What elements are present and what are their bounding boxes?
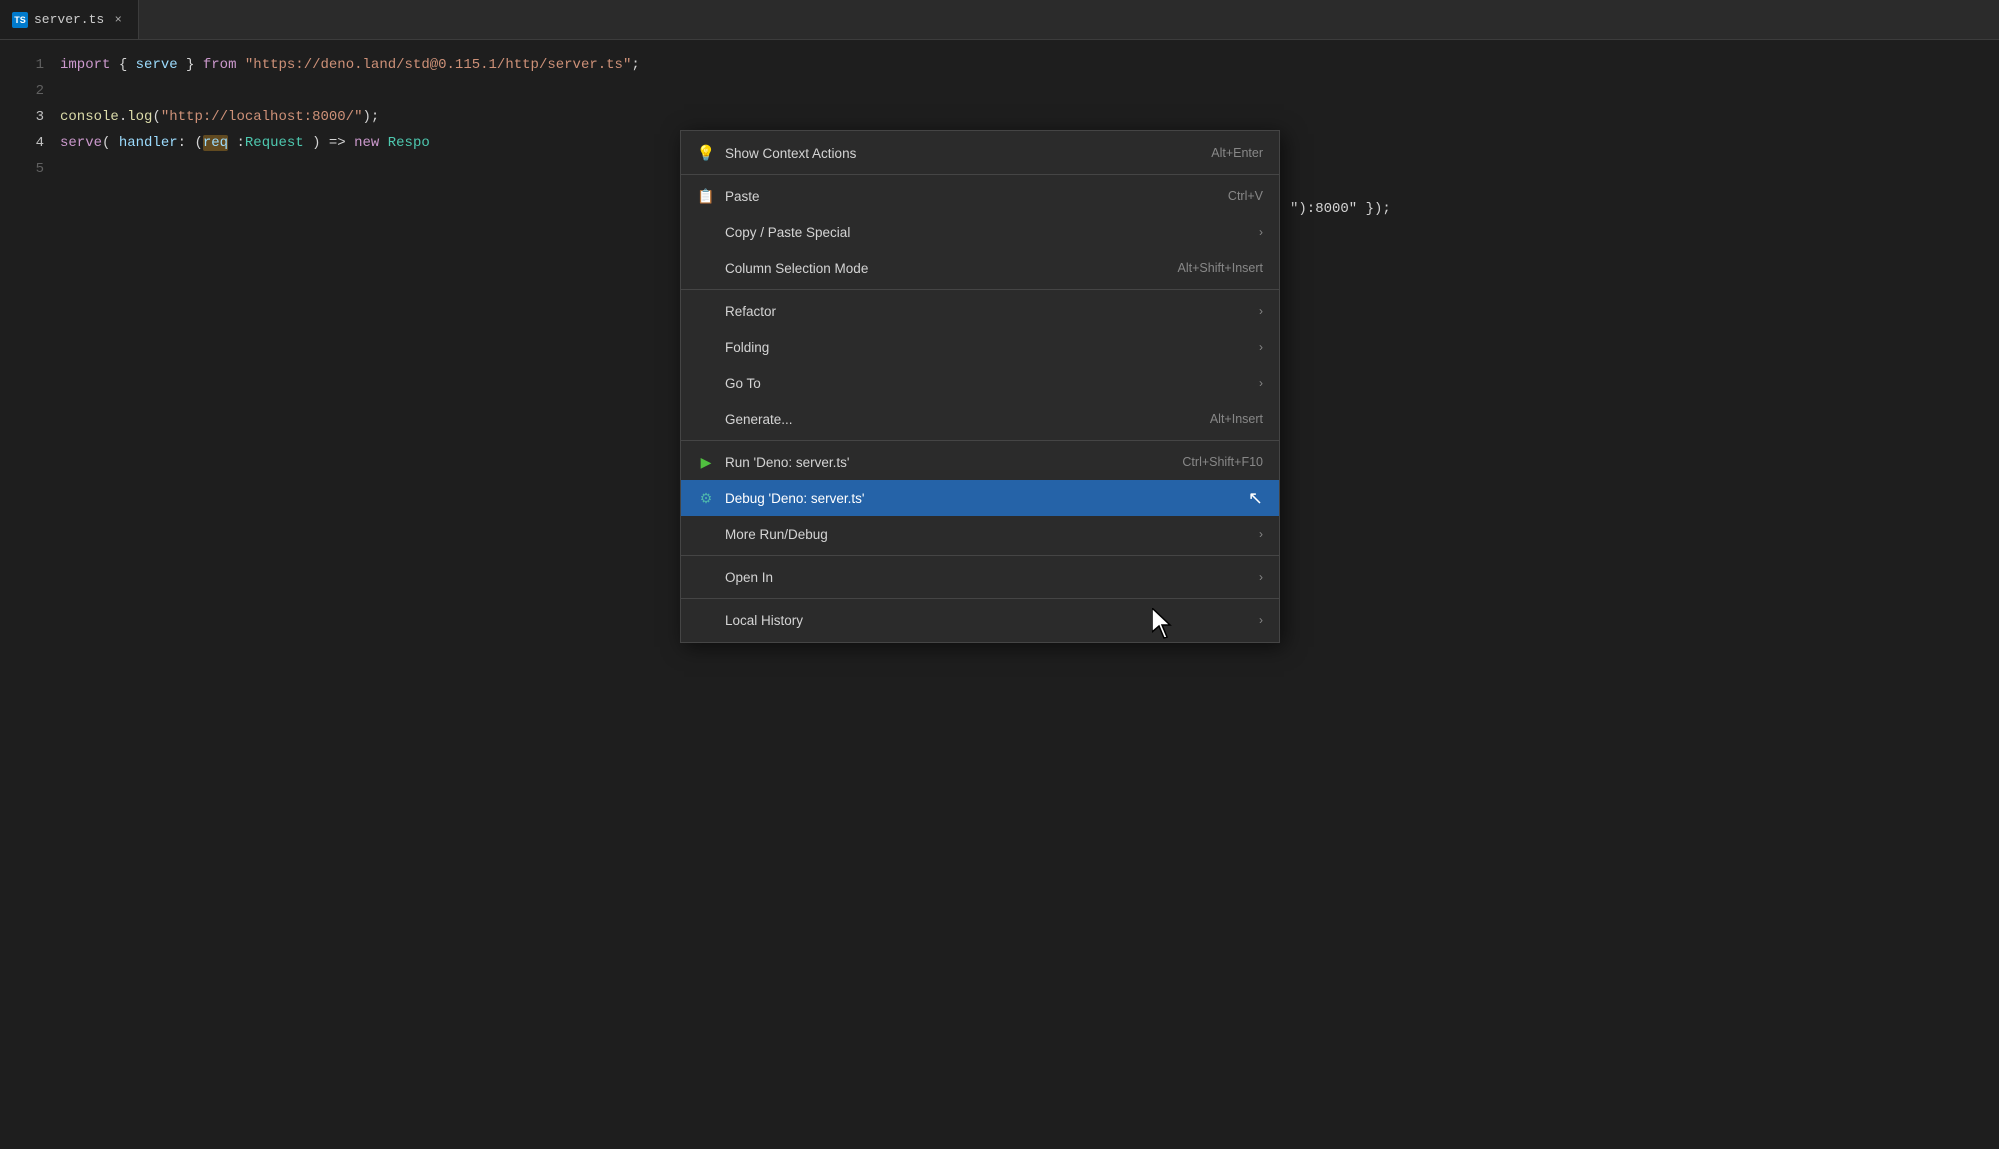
tab-bar: TS server.ts × bbox=[0, 0, 1999, 40]
divider-5 bbox=[681, 598, 1279, 599]
submenu-arrow: › bbox=[1259, 225, 1263, 239]
menu-label-run: Run 'Deno: server.ts' bbox=[725, 455, 849, 470]
shortcut-generate: Alt+Insert bbox=[1210, 412, 1263, 426]
menu-item-go-to[interactable]: Go To › bbox=[681, 365, 1279, 401]
menu-item-generate[interactable]: Generate... Alt+Insert bbox=[681, 401, 1279, 437]
divider-2 bbox=[681, 289, 1279, 290]
line-number-2: 2 bbox=[0, 78, 44, 104]
cursor-indicator: ↖ bbox=[1248, 488, 1263, 509]
menu-label-folding: Folding bbox=[725, 340, 769, 355]
menu-item-folding[interactable]: Folding › bbox=[681, 329, 1279, 365]
menu-item-debug[interactable]: ⚙ Debug 'Deno: server.ts' ↖ bbox=[681, 480, 1279, 516]
menu-item-left: Local History bbox=[697, 611, 803, 629]
shortcut-column-selection: Alt+Shift+Insert bbox=[1178, 261, 1263, 275]
submenu-arrow: › bbox=[1259, 570, 1263, 584]
menu-item-left: Column Selection Mode bbox=[697, 259, 868, 277]
tab-filename: server.ts bbox=[34, 12, 104, 27]
submenu-arrow: › bbox=[1259, 340, 1263, 354]
submenu-arrow: › bbox=[1259, 613, 1263, 627]
line-number-4: ↑ 4 bbox=[0, 130, 44, 156]
tab-close-button[interactable]: × bbox=[110, 12, 126, 28]
divider-4 bbox=[681, 555, 1279, 556]
menu-label-copy-paste-special: Copy / Paste Special bbox=[725, 225, 850, 240]
menu-item-open-in[interactable]: Open In › bbox=[681, 559, 1279, 595]
code-line-3: console.log("http://localhost:8000/"); bbox=[60, 104, 1999, 130]
code-line-2 bbox=[60, 78, 1999, 104]
menu-item-left: Folding bbox=[697, 338, 769, 356]
line4-continuation: "):8000" }); bbox=[1290, 196, 1391, 222]
menu-item-left: Generate... bbox=[697, 410, 793, 428]
menu-label-refactor: Refactor bbox=[725, 304, 776, 319]
no-icon bbox=[697, 302, 715, 320]
menu-label-show-context-actions: Show Context Actions bbox=[725, 146, 856, 161]
context-menu: 💡 Show Context Actions Alt+Enter 📋 Paste… bbox=[680, 130, 1280, 643]
submenu-arrow: › bbox=[1259, 304, 1263, 318]
line-number-5: 5 bbox=[0, 156, 44, 182]
menu-item-refactor[interactable]: Refactor › bbox=[681, 293, 1279, 329]
divider-1 bbox=[681, 174, 1279, 175]
menu-item-left: Copy / Paste Special bbox=[697, 223, 850, 241]
line-numbers: 1 2 3 ↑ 4 5 bbox=[0, 48, 60, 182]
no-icon bbox=[697, 374, 715, 392]
line-number-3: 3 bbox=[0, 104, 44, 130]
no-icon bbox=[697, 525, 715, 543]
menu-item-copy-paste-special[interactable]: Copy / Paste Special › bbox=[681, 214, 1279, 250]
menu-label-open-in: Open In bbox=[725, 570, 773, 585]
menu-item-left: ⚙ Debug 'Deno: server.ts' bbox=[697, 489, 864, 507]
no-icon bbox=[697, 259, 715, 277]
ts-icon: TS bbox=[12, 12, 28, 28]
paste-icon: 📋 bbox=[697, 187, 715, 205]
menu-item-left: Open In bbox=[697, 568, 773, 586]
menu-item-left: Refactor bbox=[697, 302, 776, 320]
menu-label-local-history: Local History bbox=[725, 613, 803, 628]
menu-label-column-selection: Column Selection Mode bbox=[725, 261, 868, 276]
menu-item-paste[interactable]: 📋 Paste Ctrl+V bbox=[681, 178, 1279, 214]
run-icon: ▶ bbox=[697, 453, 715, 471]
shortcut-show-context-actions: Alt+Enter bbox=[1211, 146, 1263, 160]
menu-item-run[interactable]: ▶ Run 'Deno: server.ts' Ctrl+Shift+F10 bbox=[681, 444, 1279, 480]
menu-label-go-to: Go To bbox=[725, 376, 761, 391]
menu-label-more-run-debug: More Run/Debug bbox=[725, 527, 828, 542]
shortcut-paste: Ctrl+V bbox=[1228, 189, 1263, 203]
no-icon bbox=[697, 410, 715, 428]
menu-item-local-history[interactable]: Local History › bbox=[681, 602, 1279, 638]
no-icon bbox=[697, 223, 715, 241]
file-tab[interactable]: TS server.ts × bbox=[0, 0, 139, 39]
menu-item-more-run-debug[interactable]: More Run/Debug › bbox=[681, 516, 1279, 552]
no-icon bbox=[697, 568, 715, 586]
submenu-arrow: › bbox=[1259, 376, 1263, 390]
no-icon bbox=[697, 611, 715, 629]
menu-label-debug: Debug 'Deno: server.ts' bbox=[725, 491, 864, 506]
no-icon bbox=[697, 338, 715, 356]
menu-item-left: More Run/Debug bbox=[697, 525, 828, 543]
menu-item-show-context-actions[interactable]: 💡 Show Context Actions Alt+Enter bbox=[681, 135, 1279, 171]
code-line-1: import { serve } from "https://deno.land… bbox=[60, 52, 1999, 78]
menu-item-left: 📋 Paste bbox=[697, 187, 760, 205]
debug-icon: ⚙ bbox=[697, 489, 715, 507]
line-number-1: 1 bbox=[0, 52, 44, 78]
submenu-arrow: › bbox=[1259, 527, 1263, 541]
menu-label-paste: Paste bbox=[725, 189, 760, 204]
shortcut-run: Ctrl+Shift+F10 bbox=[1182, 455, 1263, 469]
menu-item-left: 💡 Show Context Actions bbox=[697, 144, 856, 162]
menu-item-left: Go To bbox=[697, 374, 761, 392]
divider-3 bbox=[681, 440, 1279, 441]
menu-item-left: ▶ Run 'Deno: server.ts' bbox=[697, 453, 849, 471]
menu-label-generate: Generate... bbox=[725, 412, 793, 427]
menu-item-column-selection[interactable]: Column Selection Mode Alt+Shift+Insert bbox=[681, 250, 1279, 286]
bulb-icon: 💡 bbox=[697, 144, 715, 162]
